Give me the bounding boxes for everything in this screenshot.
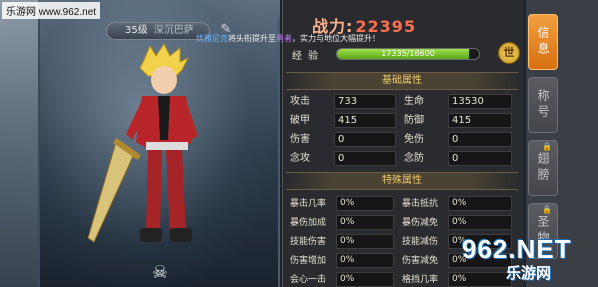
combat-power-value: 22395 [355, 17, 417, 36]
special-attribute-row: 暴伤加成 0% 暴伤减免 0% [288, 215, 518, 231]
experience-row: 经验 17335/18600 [286, 46, 518, 62]
special-right-label: 技能减伤 [402, 237, 439, 247]
basic-attribute-row: 念攻 0 念防 0 [288, 151, 518, 167]
combat-power: 战力: 22395 [312, 13, 462, 36]
lock-icon: 🔒 [542, 142, 556, 151]
special-left-value: 0% [336, 234, 394, 249]
special-left-label: 伤害增加 [290, 256, 327, 266]
basic-left-label: 伤害 [290, 134, 310, 145]
experience-value: 17335/18600 [381, 49, 435, 58]
basic-attribute-row: 破甲 415 防御 415 [288, 113, 518, 129]
site-watermark: 乐游网 www.962.net [2, 2, 101, 19]
basic-left-label: 攻击 [290, 96, 310, 107]
tab-label: 翅膀 [536, 152, 550, 184]
basic-right-value: 0 [448, 132, 512, 147]
special-left-value: 0% [336, 272, 394, 287]
character-name: 深沉巴萨 [153, 25, 194, 36]
character-level-name: 35级 深沉巴萨 [106, 22, 210, 40]
basic-attribute-row: 攻击 733 生命 13530 [288, 94, 518, 110]
basic-left-value: 0 [334, 151, 396, 166]
special-right-label: 伤害减免 [402, 256, 439, 266]
special-left-value: 0% [336, 196, 394, 211]
basic-left-label: 破甲 [290, 115, 310, 126]
special-right-label: 暴伤减免 [402, 218, 439, 228]
left-background-strip [0, 0, 38, 287]
special-left-value: 0% [336, 253, 394, 268]
basic-right-label: 念防 [404, 153, 424, 164]
special-left-label: 暴伤加成 [290, 218, 327, 228]
special-left-value: 0% [336, 215, 394, 230]
experience-label: 经验 [292, 51, 324, 62]
tab-1[interactable]: 称号 [528, 77, 558, 133]
watermark-logo-big: 962.NET [462, 234, 572, 264]
skull-icon[interactable]: ☠ [146, 262, 174, 287]
special-right-label: 格挡几率 [402, 275, 439, 285]
special-right-value: 0% [448, 196, 512, 211]
banner-text-1: 将头衔提升至 [228, 34, 276, 43]
basic-attribute-row: 伤害 0 免伤 0 [288, 132, 518, 148]
basic-right-value: 415 [448, 113, 512, 128]
tab-label: 称号 [536, 89, 550, 121]
hero-character-image [87, 43, 198, 243]
basic-right-label: 生命 [404, 96, 424, 107]
special-left-label: 技能伤害 [290, 237, 327, 247]
special-left-label: 会心一击 [290, 275, 327, 285]
basic-right-label: 防御 [404, 115, 424, 126]
tab-0[interactable]: 信息 [528, 14, 558, 70]
basic-left-value: 733 [334, 94, 396, 109]
banner-title-name: 勇者 [276, 34, 292, 43]
lock-icon: 🔒 [542, 205, 556, 214]
special-right-value: 0% [448, 215, 512, 230]
basic-left-value: 415 [334, 113, 396, 128]
tab-label: 信息 [536, 26, 550, 58]
banner-player-link[interactable]: 优雅尼克 [196, 34, 228, 43]
watermark-logo-small: 乐游网 [506, 264, 552, 282]
basic-right-label: 免伤 [404, 134, 424, 145]
special-right-label: 暴击抵抗 [402, 199, 439, 209]
character-level: 35级 [125, 25, 148, 36]
basic-left-label: 念攻 [290, 153, 310, 164]
special-attributes-title: 特殊属性 [286, 172, 518, 190]
experience-bar: 17335/18600 [336, 48, 480, 60]
basic-attributes-title: 基础属性 [286, 72, 518, 90]
special-left-label: 暴击几率 [290, 199, 327, 209]
world-button[interactable]: 世 [498, 42, 520, 64]
basic-left-value: 0 [334, 132, 396, 147]
tab-2[interactable]: 翅膀 🔒 [528, 140, 558, 196]
combat-power-label: 战力: [312, 17, 354, 36]
site-logo-watermark: 962.NET 乐游网 [448, 234, 596, 284]
basic-right-value: 13530 [448, 94, 512, 109]
basic-right-value: 0 [448, 151, 512, 166]
special-attribute-row: 暴击几率 0% 暴击抵抗 0% [288, 196, 518, 212]
